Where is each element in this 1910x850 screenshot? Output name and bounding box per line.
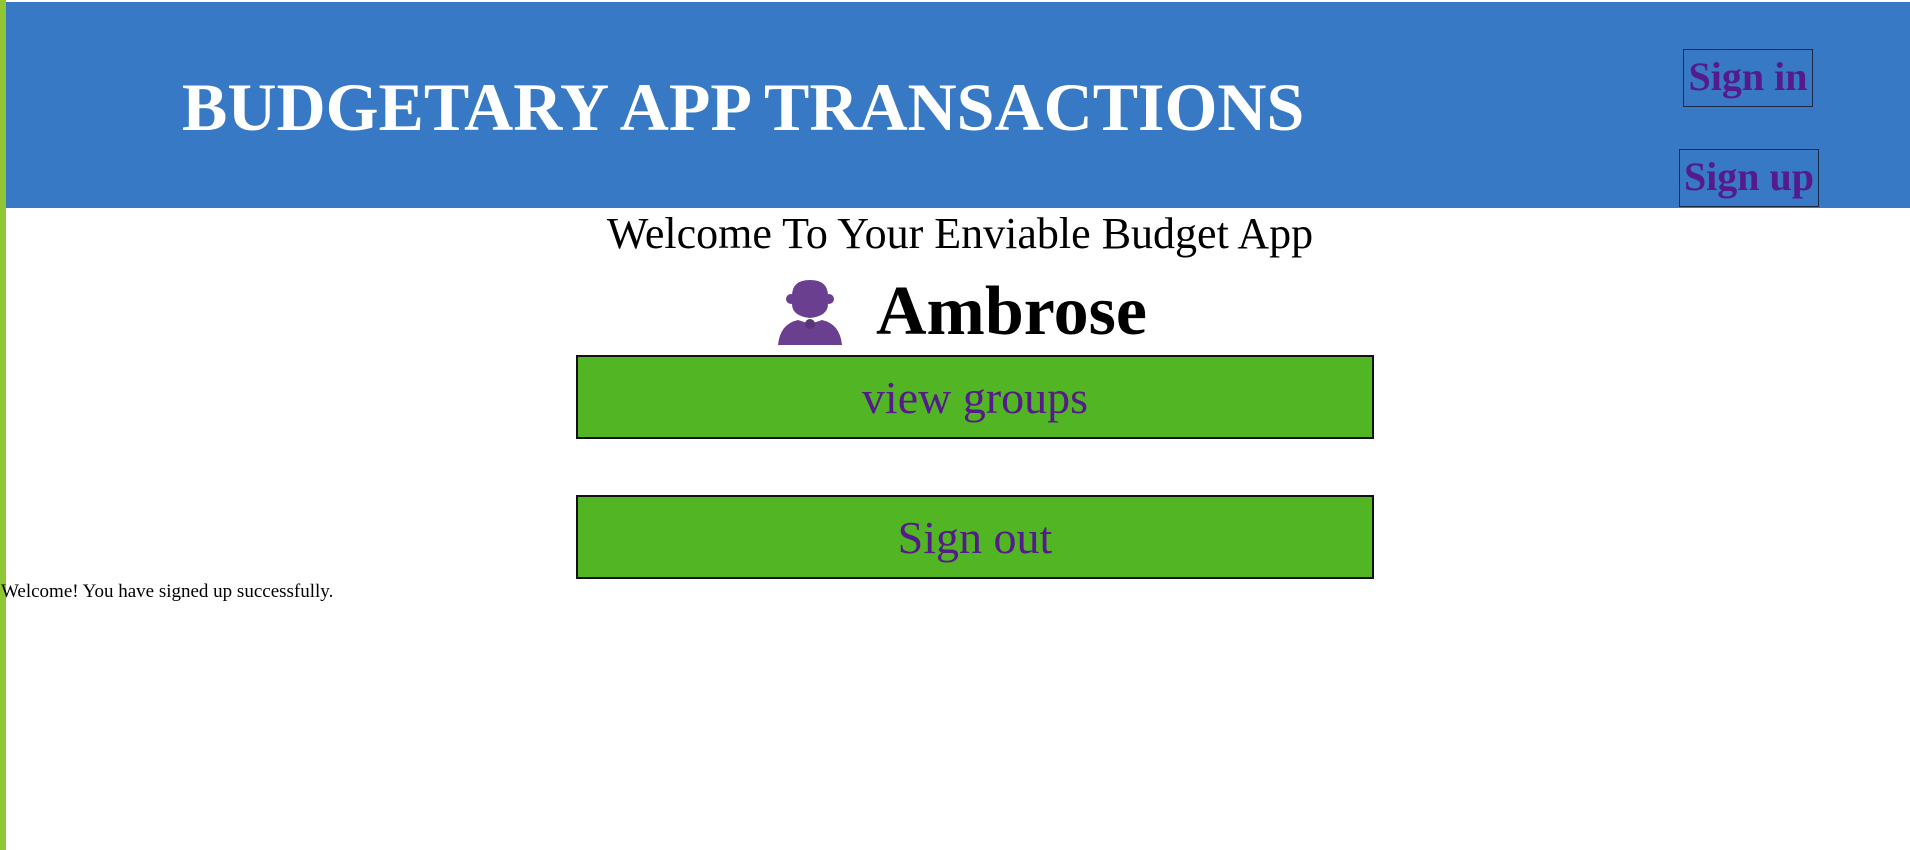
app-title: BUDGETARY APP TRANSACTIONS <box>182 69 1305 145</box>
sign-in-link[interactable]: Sign in <box>1683 49 1813 107</box>
header-bar: BUDGETARY APP TRANSACTIONS Sign in Sign … <box>6 2 1910 208</box>
user-silhouette-icon <box>778 280 842 345</box>
view-groups-button[interactable]: view groups <box>576 355 1374 439</box>
user-name: Ambrose <box>876 273 1147 350</box>
flash-notice: Welcome! You have signed up successfully… <box>1 581 334 602</box>
page: BUDGETARY APP TRANSACTIONS Sign in Sign … <box>0 0 1910 850</box>
sign-out-button[interactable]: Sign out <box>576 495 1374 579</box>
sign-up-link[interactable]: Sign up <box>1679 149 1819 207</box>
welcome-heading: Welcome To Your Enviable Budget App <box>606 209 1314 258</box>
